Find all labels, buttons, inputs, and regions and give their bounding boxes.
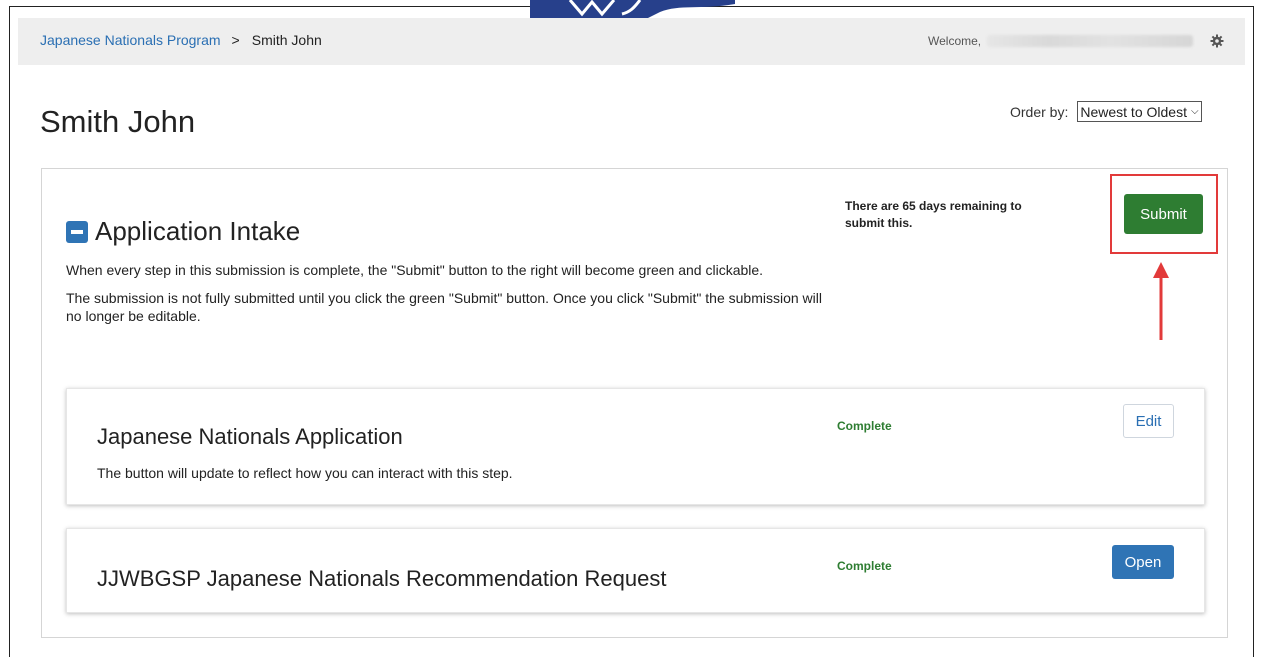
intake-desc-1: When every step in this submission is co… <box>66 262 764 278</box>
breadcrumb-current: Smith John <box>251 32 322 48</box>
page-title: Smith John <box>40 104 196 139</box>
order-by-label: Order by: <box>1010 103 1069 120</box>
intake-title: Application Intake <box>95 216 301 246</box>
application-intake-card: Application Intake When every step in th… <box>41 168 1228 638</box>
step-card-recommendation: JJWBGSP Japanese Nationals Recommendatio… <box>66 528 1205 613</box>
intake-desc-2: The submission is not fully submitted un… <box>66 290 822 324</box>
chevron-down-icon: ⌵ <box>1190 105 1199 117</box>
step-title: Japanese Nationals Application <box>97 424 403 449</box>
submit-button[interactable]: Submit <box>1124 194 1203 234</box>
open-button[interactable]: Open <box>1112 545 1174 579</box>
top-bar: Japanese Nationals Program > Smith John … <box>18 18 1245 65</box>
welcome-label: Welcome, <box>928 34 982 48</box>
order-by-control: Order by: Newest to Oldest ⌵ <box>1010 101 1202 122</box>
gear-icon[interactable] <box>1209 33 1225 49</box>
status-badge: Complete <box>837 559 892 573</box>
step-card-application: Japanese Nationals Application The butto… <box>66 388 1205 505</box>
intake-heading: Application Intake <box>66 216 300 247</box>
arrow-up-icon <box>1151 262 1171 342</box>
minus-square-icon[interactable] <box>66 220 88 243</box>
order-by-value: Newest to Oldest <box>1080 103 1187 120</box>
breadcrumb: Japanese Nationals Program > Smith John <box>40 32 322 48</box>
status-badge: Complete <box>837 419 892 433</box>
welcome-message: Welcome, <box>928 34 1194 48</box>
edit-button[interactable]: Edit <box>1123 404 1174 438</box>
days-remaining-notice: There are 65 days remaining to submit th… <box>845 199 1022 230</box>
step-description: The button will update to reflect how yo… <box>97 465 513 481</box>
step-title: JJWBGSP Japanese Nationals Recommendatio… <box>97 566 667 591</box>
user-email-redacted <box>987 35 1194 47</box>
intake-description: When every step in this submission is co… <box>66 261 826 335</box>
header-logo <box>530 0 735 18</box>
breadcrumb-program-link[interactable]: Japanese Nationals Program <box>40 32 221 48</box>
order-by-select[interactable]: Newest to Oldest ⌵ <box>1077 101 1202 122</box>
breadcrumb-separator: > <box>231 32 240 48</box>
